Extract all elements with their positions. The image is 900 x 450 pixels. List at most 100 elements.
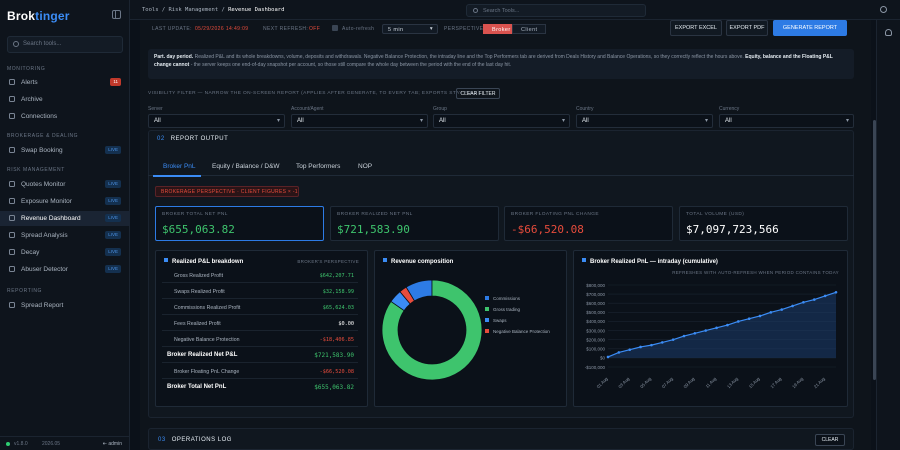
x-tick-label: 19 Aug bbox=[791, 376, 804, 389]
realized-pnl-breakdown-card: Realized P&L breakdown BROKER'S PERSPECT… bbox=[155, 250, 368, 407]
perspective-client[interactable]: Client bbox=[512, 24, 547, 34]
y-tick-label: $700,000 bbox=[586, 292, 605, 297]
data-point[interactable] bbox=[791, 304, 794, 308]
refresh-interval-select[interactable]: 5 min bbox=[382, 24, 438, 34]
kpi-floating-pnl-change[interactable]: BROKER FLOATING PNL CHANGE -$66,520.08 bbox=[504, 206, 673, 241]
top-search-input[interactable]: Search Tools... bbox=[466, 4, 646, 17]
sidebar-item-alerts[interactable]: Alerts 11 bbox=[0, 75, 130, 90]
tab-nop[interactable]: NOP bbox=[358, 163, 372, 170]
legend-label: Swaps bbox=[493, 318, 507, 323]
export-pdf-button[interactable]: EXPORT PDF bbox=[726, 20, 768, 36]
sidebar-item-quotes-monitor[interactable]: Quotes Monitor LIVE bbox=[0, 177, 130, 192]
theme-toggle-icon[interactable] bbox=[880, 6, 887, 13]
sidebar-item-label: Swap Booking bbox=[21, 147, 63, 154]
sidebar-item-exposure-monitor[interactable]: Exposure Monitor LIVE bbox=[0, 194, 130, 209]
sidebar-item-spread-report[interactable]: Spread Report bbox=[0, 298, 130, 313]
alerts-count-badge: 11 bbox=[110, 78, 121, 86]
sidebar-item-label: Spread Analysis bbox=[21, 232, 68, 239]
data-point[interactable] bbox=[682, 334, 686, 338]
section-number: 02 bbox=[157, 136, 165, 142]
collapse-sidebar-icon[interactable] bbox=[112, 10, 121, 19]
card-subtitle: REFRESHES WITH AUTO-REFRESH WHEN PERIOD … bbox=[672, 270, 839, 275]
sidebar-item-label: Exposure Monitor bbox=[21, 198, 72, 205]
tab-top-performers[interactable]: Top Performers bbox=[296, 163, 340, 170]
legend-swatch bbox=[485, 318, 489, 322]
sidebar-item-swap-booking[interactable]: Swap Booking LIVE bbox=[0, 143, 130, 158]
filter-currency-select[interactable]: All bbox=[719, 114, 854, 128]
x-tick-label: 07 Aug bbox=[661, 376, 674, 389]
logo-suffix: tinger bbox=[35, 9, 70, 23]
topbar: Tools / Risk Management / Revenue Dashbo… bbox=[130, 0, 900, 20]
y-tick-label: $500,000 bbox=[586, 310, 605, 315]
sidebar-item-label: Connections bbox=[21, 113, 58, 120]
auto-refresh-checkbox[interactable] bbox=[332, 25, 338, 31]
generate-report-button[interactable]: GENERATE REPORT bbox=[773, 20, 847, 36]
filter-account-select[interactable]: All bbox=[291, 114, 428, 128]
data-point[interactable] bbox=[639, 345, 642, 349]
data-point[interactable] bbox=[650, 343, 653, 347]
legend-item: Commissions bbox=[485, 296, 520, 301]
data-point[interactable] bbox=[802, 301, 805, 304]
section-reporting: REPORTING bbox=[7, 288, 43, 294]
data-point[interactable] bbox=[671, 338, 675, 341]
sidebar-item-revenue-dashboard[interactable]: Revenue Dashboard LIVE bbox=[0, 211, 130, 226]
notice-lead: Part. day period. bbox=[154, 54, 194, 60]
data-point[interactable] bbox=[747, 317, 751, 321]
data-point[interactable] bbox=[617, 351, 621, 354]
app-root: Broktinger Search tools... MONITORING Al… bbox=[0, 0, 900, 450]
kpi-label: BROKER REALIZED NET PNL bbox=[337, 212, 413, 217]
data-point[interactable] bbox=[715, 326, 718, 330]
breadcrumb-risk[interactable]: Risk Management bbox=[169, 7, 219, 13]
data-point[interactable] bbox=[628, 348, 632, 351]
kpi-total-volume[interactable]: TOTAL VOLUME (USD) $7,097,723,566 bbox=[679, 206, 848, 241]
last-update-value: 05/29/2026 14:49:09 bbox=[195, 26, 249, 32]
live-badge: LIVE bbox=[105, 265, 121, 273]
exposure-icon bbox=[9, 198, 15, 204]
data-point[interactable] bbox=[823, 294, 827, 298]
export-excel-button[interactable]: EXPORT EXCEL bbox=[670, 20, 722, 36]
dashboard-icon bbox=[9, 215, 15, 221]
sidebar-item-decay[interactable]: Decay LIVE bbox=[0, 245, 130, 260]
card-title: Broker Realized PnL — intraday (cumulati… bbox=[582, 258, 718, 265]
kpi-realized-net-pnl[interactable]: BROKER REALIZED NET PNL $721,583.90 bbox=[330, 206, 499, 241]
y-tick-label: $200,000 bbox=[586, 337, 605, 342]
data-point[interactable] bbox=[736, 320, 740, 323]
next-refresh-label: NEXT REFRESH: bbox=[263, 26, 309, 32]
data-point[interactable] bbox=[834, 290, 838, 294]
sidebar-item-archive[interactable]: Archive bbox=[0, 92, 130, 107]
data-point[interactable] bbox=[726, 323, 729, 327]
y-tick-label: -$100,000 bbox=[585, 365, 606, 370]
data-point[interactable] bbox=[660, 341, 664, 344]
x-tick-label: 05 Aug bbox=[639, 376, 652, 389]
scrollbar[interactable] bbox=[873, 120, 876, 380]
sidebar-item-connections[interactable]: Connections bbox=[0, 109, 130, 124]
breakdown-row: Gross Realized Profit $642,207.71 bbox=[162, 268, 358, 283]
filter-group-select[interactable]: All bbox=[433, 114, 570, 128]
filter-server-select[interactable]: All bbox=[148, 114, 285, 128]
clear-log-button[interactable]: CLEAR bbox=[815, 434, 845, 446]
filter-country-select[interactable]: All bbox=[576, 114, 713, 128]
data-point[interactable] bbox=[704, 329, 708, 332]
data-point[interactable] bbox=[693, 331, 697, 335]
data-point[interactable] bbox=[758, 314, 762, 318]
user-menu[interactable]: ⇤ admin bbox=[103, 441, 122, 447]
tab-equity-balance[interactable]: Equity / Balance / D&W bbox=[212, 163, 280, 170]
user-icon[interactable] bbox=[885, 29, 892, 36]
data-point[interactable] bbox=[769, 311, 773, 314]
row-value: -$66,520.08 bbox=[319, 369, 354, 375]
row-value: $65,624.03 bbox=[322, 305, 354, 311]
kpi-total-net-pnl[interactable]: BROKER TOTAL NET PNL $655,063.82 bbox=[155, 206, 324, 241]
sidebar-search-input[interactable]: Search tools... bbox=[7, 36, 123, 53]
tab-broker-pnl[interactable]: Broker PnL bbox=[163, 163, 196, 170]
clear-filter-button[interactable]: CLEAR FILTER bbox=[456, 88, 500, 99]
data-point[interactable] bbox=[812, 298, 816, 301]
bell-icon bbox=[9, 79, 15, 85]
sidebar-item-spread-analysis[interactable]: Spread Analysis LIVE bbox=[0, 228, 130, 243]
breakdown-row: Fees Realized Profit $0.00 bbox=[162, 316, 358, 331]
sidebar-item-abuser-detector[interactable]: Abuser Detector LIVE bbox=[0, 262, 130, 277]
swap-icon bbox=[9, 147, 15, 153]
breadcrumb-tools[interactable]: Tools bbox=[142, 7, 159, 13]
logo[interactable]: Broktinger bbox=[7, 9, 70, 23]
data-point[interactable] bbox=[606, 355, 610, 359]
data-point[interactable] bbox=[780, 308, 784, 311]
